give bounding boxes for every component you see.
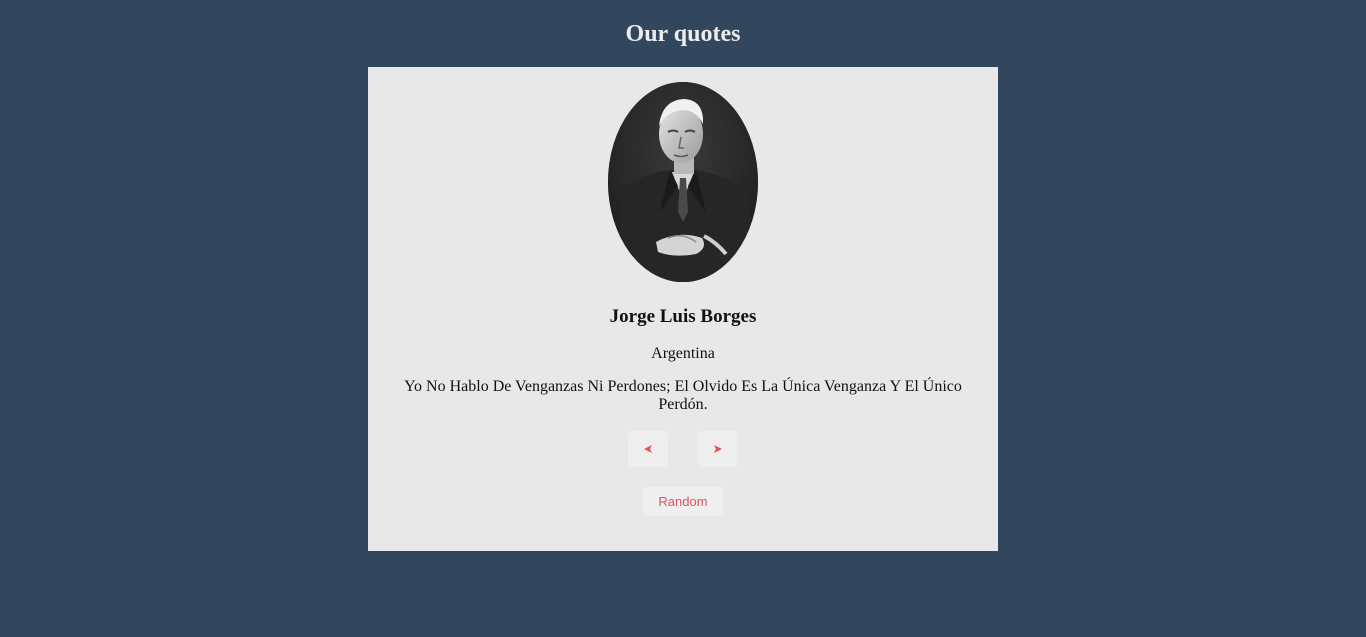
next-quote-button[interactable] — [698, 431, 738, 467]
caret-left-icon — [643, 442, 653, 457]
page-title: Our quotes — [625, 21, 741, 47]
quote-card: Jorge Luis Borges Argentina Yo No Hablo … — [368, 67, 998, 551]
author-portrait — [608, 82, 758, 282]
quote-text: Yo No Hablo De Venganzas Ni Perdones; El… — [404, 378, 962, 413]
previous-quote-button[interactable] — [628, 431, 668, 467]
random-quote-button[interactable]: Random — [643, 487, 723, 516]
caret-right-icon — [713, 442, 723, 457]
author-name: Jorge Luis Borges — [609, 306, 757, 327]
author-country: Argentina — [651, 345, 715, 362]
